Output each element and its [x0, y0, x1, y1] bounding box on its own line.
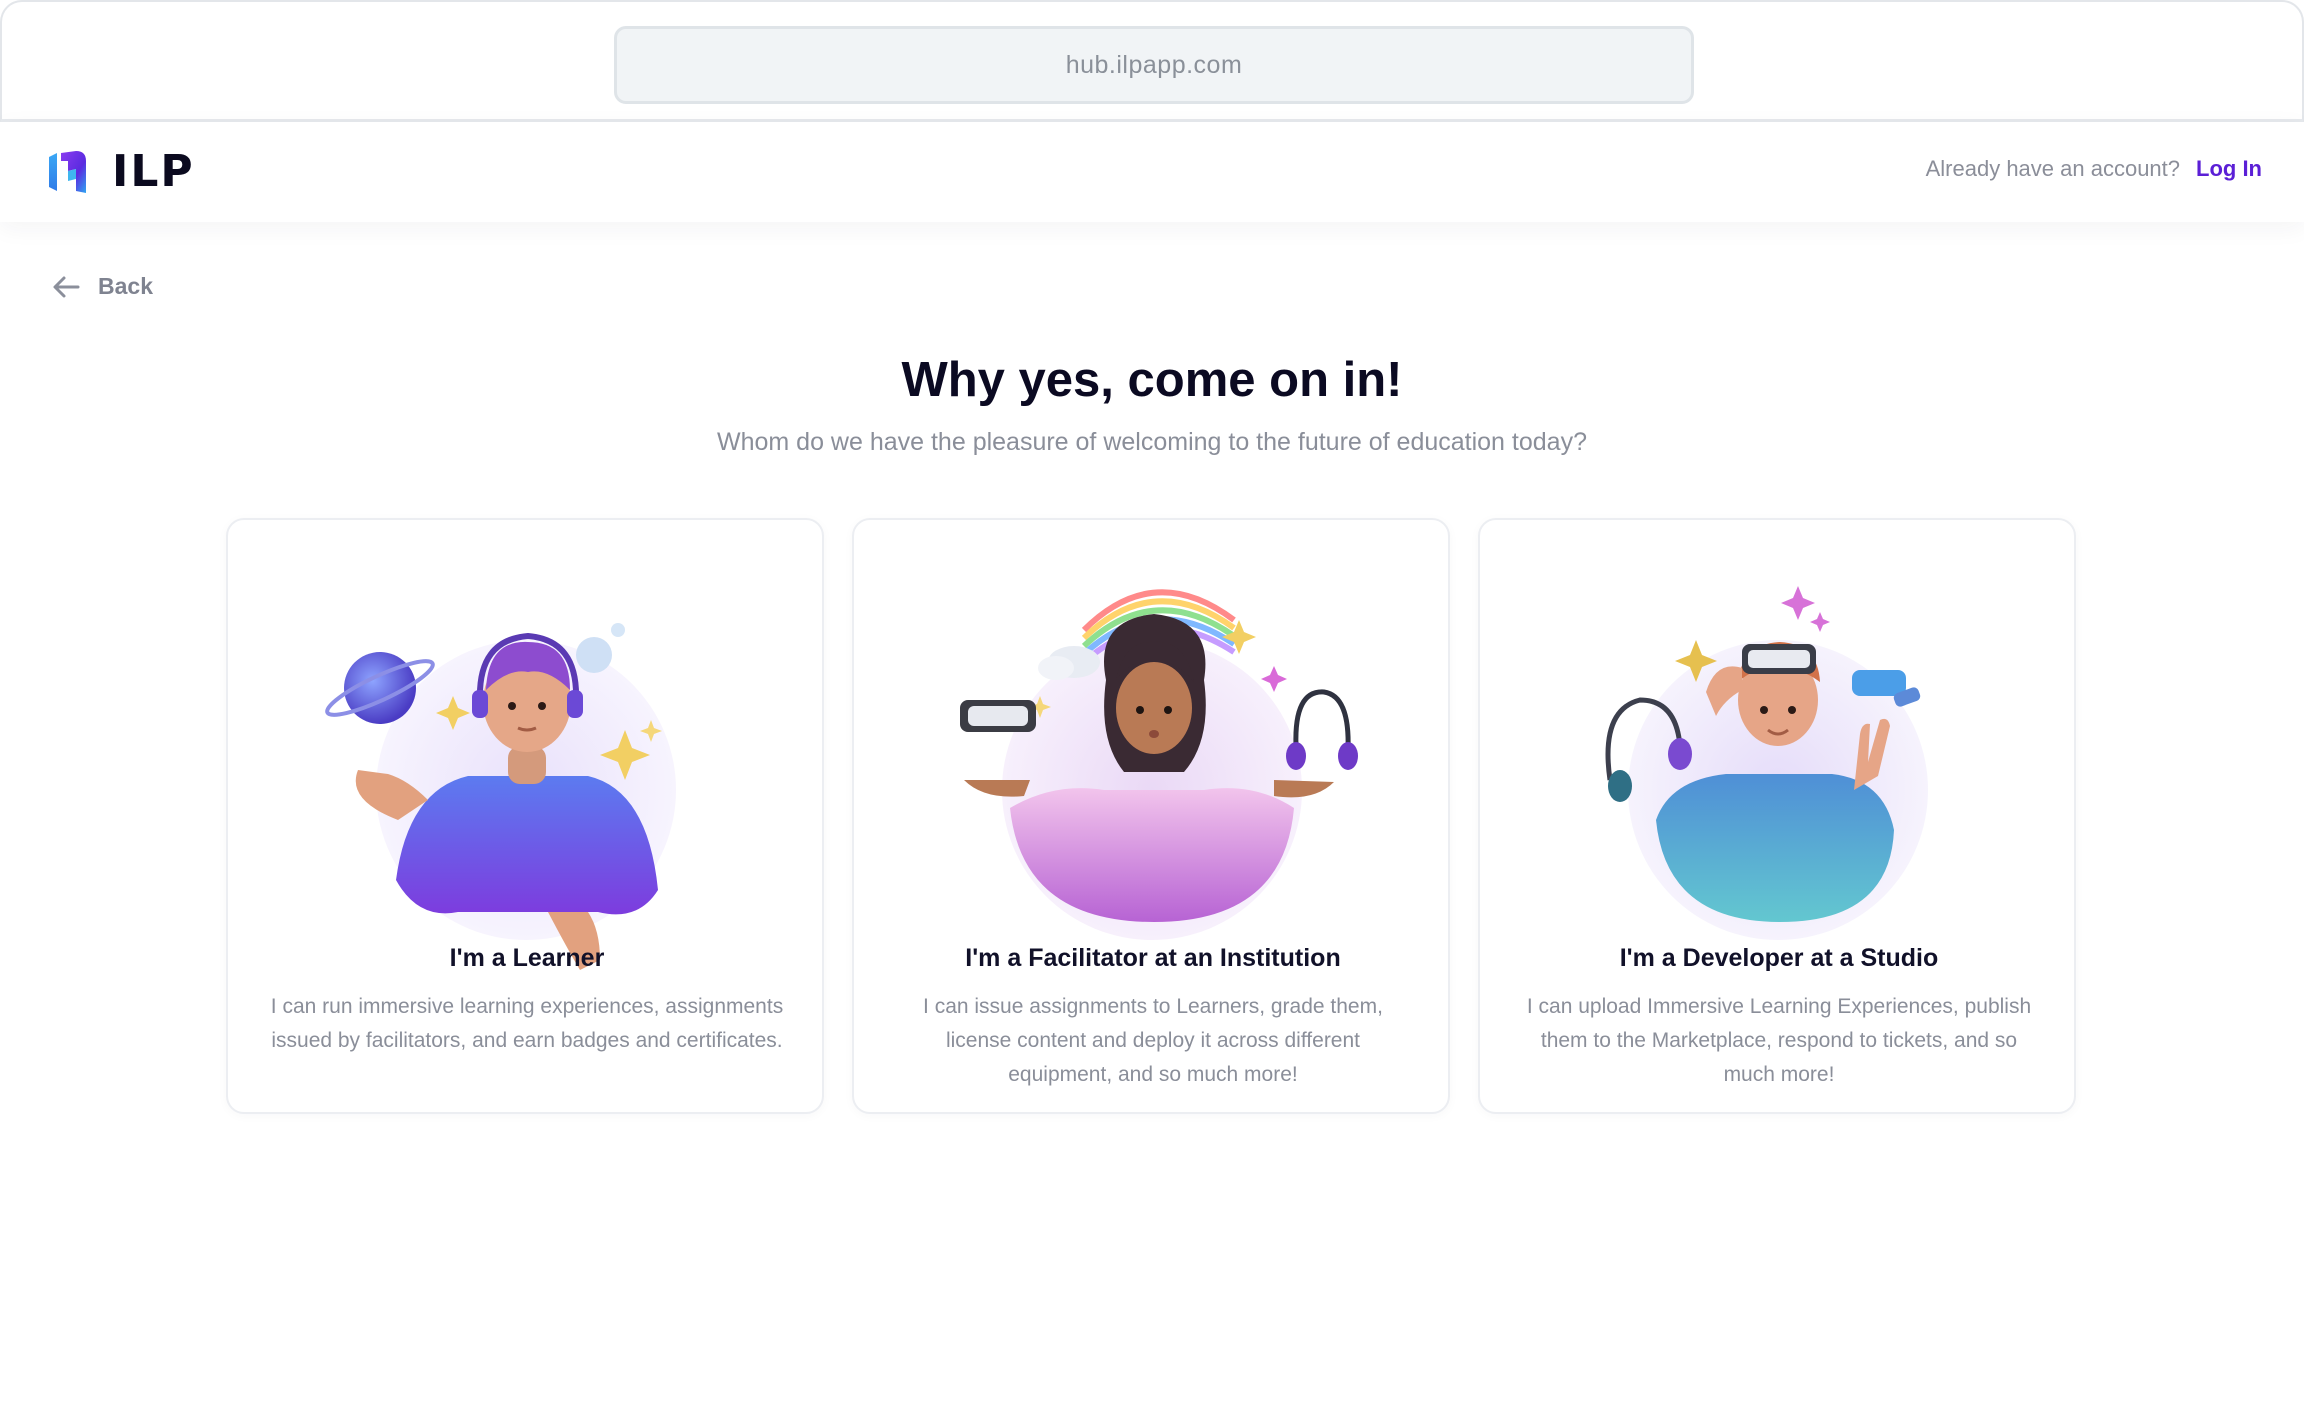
ilp-logo-icon — [49, 150, 86, 193]
developer-illustration — [1605, 586, 1928, 940]
account-prompt-area: Already have an account? Log In — [1926, 156, 2262, 182]
learner-role-card[interactable]: I'm a Learner I can run immersive learni… — [226, 518, 824, 1114]
facilitator-role-card[interactable]: I'm a Facilitator at an Institution I ca… — [852, 518, 1450, 1114]
arrow-left-icon — [53, 276, 80, 297]
facilitator-card-title: I'm a Facilitator at an Institution — [965, 944, 1341, 972]
ilp-logo[interactable]: ILP — [46, 146, 195, 197]
browser-address-bar: hub.ilpapp.com — [0, 0, 2304, 122]
developer-role-card[interactable]: I'm a Developer at a Studio I can upload… — [1478, 518, 2076, 1114]
login-link[interactable]: Log In — [2196, 156, 2262, 182]
account-prompt: Already have an account? — [1925, 156, 2181, 181]
logo-wordmark: ILP — [112, 146, 195, 197]
back-button[interactable]: Back — [52, 273, 153, 300]
learner-card-description: I can run immersive learning experiences… — [270, 995, 784, 1052]
facilitator-illustration — [960, 589, 1358, 940]
learner-illustration — [325, 623, 676, 970]
facilitator-card-description: I can issue assignments to Learners, gra… — [923, 995, 1383, 1086]
app-header: ILP Already have an account? Log In — [0, 122, 2304, 222]
learner-card-title: I'm a Learner — [449, 944, 605, 972]
page-subtitle: Whom do we have the pleasure of welcomin… — [717, 428, 1587, 456]
back-label: Back — [98, 273, 153, 299]
page-title: Why yes, come on in! — [901, 353, 1403, 407]
developer-card-description: I can upload Immersive Learning Experien… — [1526, 995, 2032, 1086]
developer-card-title: I'm a Developer at a Studio — [1619, 944, 1939, 972]
url-field[interactable]: hub.ilpapp.com — [614, 26, 1694, 104]
